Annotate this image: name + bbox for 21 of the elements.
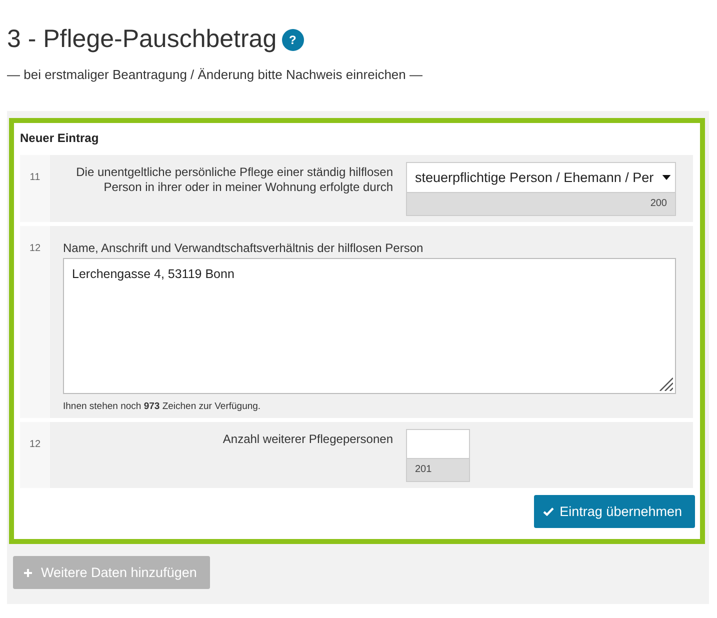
line-number: 11: [20, 155, 50, 222]
field-label: Die unentgeltliche persönliche Pflege einer ständig hilflosen Person in ihrer oder in meiner Wohnung erfolgte durch: [75, 164, 394, 195]
caret-icon: [662, 175, 671, 180]
apply-entry-button[interactable]: Eintrag übernehmen: [534, 495, 695, 528]
entry-title: Neuer Eintrag: [20, 130, 100, 147]
input-field[interactable]: [407, 430, 469, 459]
textarea-field[interactable]: Lerchengasse 4, 53119 Bonn: [63, 258, 676, 394]
plus-icon: [24, 568, 32, 576]
field-code: 200: [407, 193, 675, 215]
field-code: 201: [407, 459, 469, 481]
page-title: 3 - Pflege-Pauschbetrag: [7, 24, 277, 54]
field-label: Name, Anschrift und Verwandtschaftsverhältnis der hilflosen Person: [63, 240, 424, 256]
help-button[interactable]: ?: [282, 29, 304, 51]
field-label: Anzahl weiterer Pflegepersonen: [222, 431, 394, 447]
page-subtitle: — bei erstmaliger Beantragung / Änderung bitte Nachweis einreichen —: [7, 67, 424, 82]
line-number: 12: [20, 226, 50, 418]
resize-grip-icon: [659, 377, 673, 391]
character-count-hint: Ihnen stehen noch 973 Zeichen zur Verfügung.: [63, 401, 262, 412]
check-icon: [542, 507, 554, 516]
line-number: 12: [20, 422, 50, 488]
dropdown-field[interactable]: steuerpflichtige Person / Ehemann / Per: [407, 163, 675, 193]
